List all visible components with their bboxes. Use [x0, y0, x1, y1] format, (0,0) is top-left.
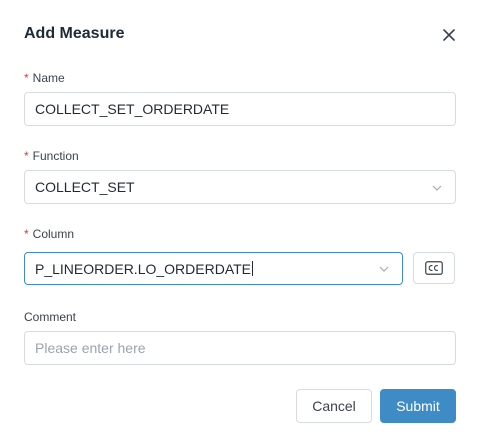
column-select[interactable]: P_LINEORDER.LO_ORDERDATE	[24, 252, 403, 285]
required-mark: *	[24, 227, 29, 241]
cancel-button[interactable]: Cancel	[296, 389, 372, 423]
close-icon	[443, 29, 455, 41]
column-label: * Column	[24, 227, 74, 241]
name-input[interactable]: COLLECT_SET_ORDERDATE	[24, 92, 456, 126]
name-input-value: COLLECT_SET_ORDERDATE	[35, 101, 230, 117]
comment-label: Comment	[24, 310, 77, 324]
close-button[interactable]	[440, 26, 458, 44]
required-mark: *	[24, 149, 29, 163]
function-label: * Function	[24, 149, 79, 163]
comment-input[interactable]: Please enter here	[24, 331, 456, 365]
text-cursor	[252, 261, 254, 276]
chevron-down-icon	[379, 266, 389, 272]
chevron-down-icon	[432, 185, 442, 191]
cc-icon	[425, 261, 443, 275]
column-select-value: P_LINEORDER.LO_ORDERDATE	[35, 260, 252, 277]
add-measure-dialog: Add Measure * Name COLLECT_SET_ORDERDATE …	[0, 0, 480, 447]
name-label: * Name	[24, 71, 65, 85]
submit-button[interactable]: Submit	[380, 389, 456, 423]
function-label-text: Function	[32, 149, 79, 163]
function-select-value: COLLECT_SET	[35, 179, 135, 195]
required-mark: *	[24, 71, 29, 85]
name-label-text: Name	[32, 71, 65, 85]
dialog-title: Add Measure	[24, 25, 125, 42]
function-select[interactable]: COLLECT_SET	[24, 170, 456, 204]
computed-column-button[interactable]	[413, 252, 455, 284]
column-label-text: Column	[32, 227, 75, 241]
comment-placeholder: Please enter here	[35, 340, 146, 356]
